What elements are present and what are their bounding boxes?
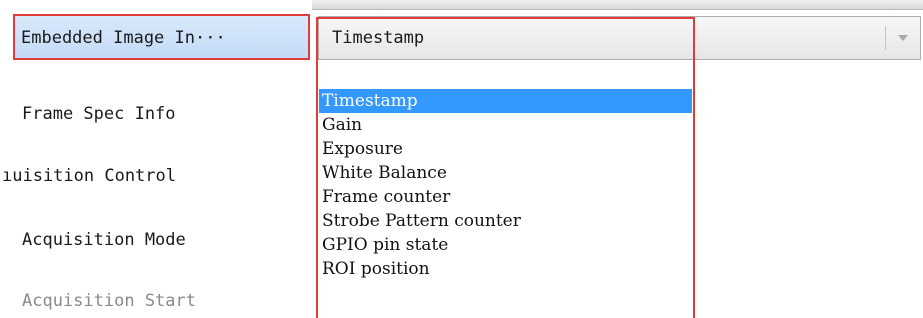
embedded-info-select[interactable]: Timestamp xyxy=(318,16,921,60)
property-label: Acquisition Start xyxy=(22,291,196,311)
property-label: ıuisition Control xyxy=(2,166,176,186)
property-acquisition-mode[interactable]: Acquisition Mode xyxy=(0,218,300,262)
select-dropdown-list: Timestamp Gain Exposure White Balance Fr… xyxy=(319,89,692,318)
chevron-down-icon[interactable] xyxy=(898,35,908,41)
option-gain[interactable]: Gain xyxy=(319,113,692,137)
property-panel: Embedded Image In··· Frame Spec Info ıui… xyxy=(0,0,923,318)
option-exposure[interactable]: Exposure xyxy=(319,137,692,161)
option-white-balance[interactable]: White Balance xyxy=(319,161,692,185)
property-frame-spec-info[interactable]: Frame Spec Info xyxy=(0,92,300,136)
property-embedded-image-info[interactable]: Embedded Image In··· xyxy=(13,14,310,60)
option-timestamp[interactable]: Timestamp xyxy=(319,89,692,113)
header-bar xyxy=(312,0,923,10)
option-frame-counter[interactable]: Frame counter xyxy=(319,185,692,209)
property-acquisition-start[interactable]: Acquisition Start xyxy=(0,279,300,318)
select-divider xyxy=(885,26,886,50)
option-gpio-pin-state[interactable]: GPIO pin state xyxy=(319,233,692,257)
property-acquisition-control[interactable]: ıuisition Control xyxy=(0,154,300,198)
property-label: Acquisition Mode xyxy=(22,230,186,250)
option-strobe-pattern-counter[interactable]: Strobe Pattern counter xyxy=(319,209,692,233)
select-value: Timestamp xyxy=(332,28,425,48)
property-label: Frame Spec Info xyxy=(22,104,176,124)
property-label: Embedded Image In··· xyxy=(21,28,226,48)
option-roi-position[interactable]: ROI position xyxy=(319,257,692,281)
